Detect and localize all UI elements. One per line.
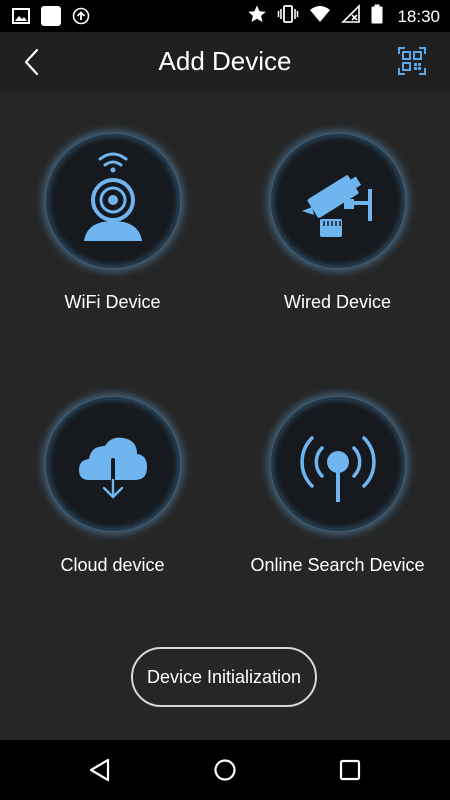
- device-label: WiFi Device: [64, 292, 161, 312]
- device-tile-cloud[interactable]: Cloud device: [0, 355, 225, 605]
- device-tile-wired[interactable]: Wired Device: [225, 92, 450, 342]
- wifi-device-button[interactable]: [46, 134, 180, 268]
- star-icon: [247, 4, 267, 29]
- device-tile-wifi[interactable]: WiFi Device: [0, 92, 225, 342]
- online-search-device-button[interactable]: [271, 397, 405, 531]
- status-time: 18:30: [397, 6, 440, 26]
- device-label: Wired Device: [283, 292, 392, 312]
- cloud-device-button[interactable]: [46, 397, 180, 531]
- upload-icon: [72, 7, 90, 30]
- home-circle-icon: [214, 759, 236, 781]
- nav-home-button[interactable]: [209, 754, 241, 786]
- recents-square-icon: [339, 759, 361, 781]
- app-header: Add Device: [0, 32, 450, 92]
- qr-code-icon: [398, 47, 426, 75]
- battery-icon: [371, 4, 383, 29]
- wired-camera-icon: [302, 175, 372, 237]
- wired-device-button[interactable]: [271, 134, 405, 268]
- qr-scan-button[interactable]: [398, 47, 426, 75]
- wifi-camera-icon: [84, 152, 142, 241]
- vibrate-icon: [277, 4, 299, 29]
- cloud-download-icon: [79, 437, 147, 499]
- square-app-icon: [40, 5, 62, 32]
- status-bar: 18:30: [0, 0, 450, 32]
- no-signal-icon: [341, 4, 361, 29]
- wifi-icon: [309, 4, 331, 29]
- device-label: Online Search Device: [250, 555, 425, 575]
- broadcast-antenna-icon: [300, 436, 376, 502]
- image-icon: [12, 7, 30, 30]
- nav-recents-button[interactable]: [334, 754, 366, 786]
- device-tile-online-search[interactable]: Online Search Device: [225, 355, 450, 605]
- nav-back-button[interactable]: [84, 754, 116, 786]
- page-title: Add Device: [158, 46, 292, 76]
- navigation-bar: [0, 740, 450, 800]
- device-initialization-button[interactable]: Device Initialization: [131, 647, 317, 707]
- device-label: Cloud device: [60, 555, 165, 575]
- back-triangle-icon: [89, 758, 110, 782]
